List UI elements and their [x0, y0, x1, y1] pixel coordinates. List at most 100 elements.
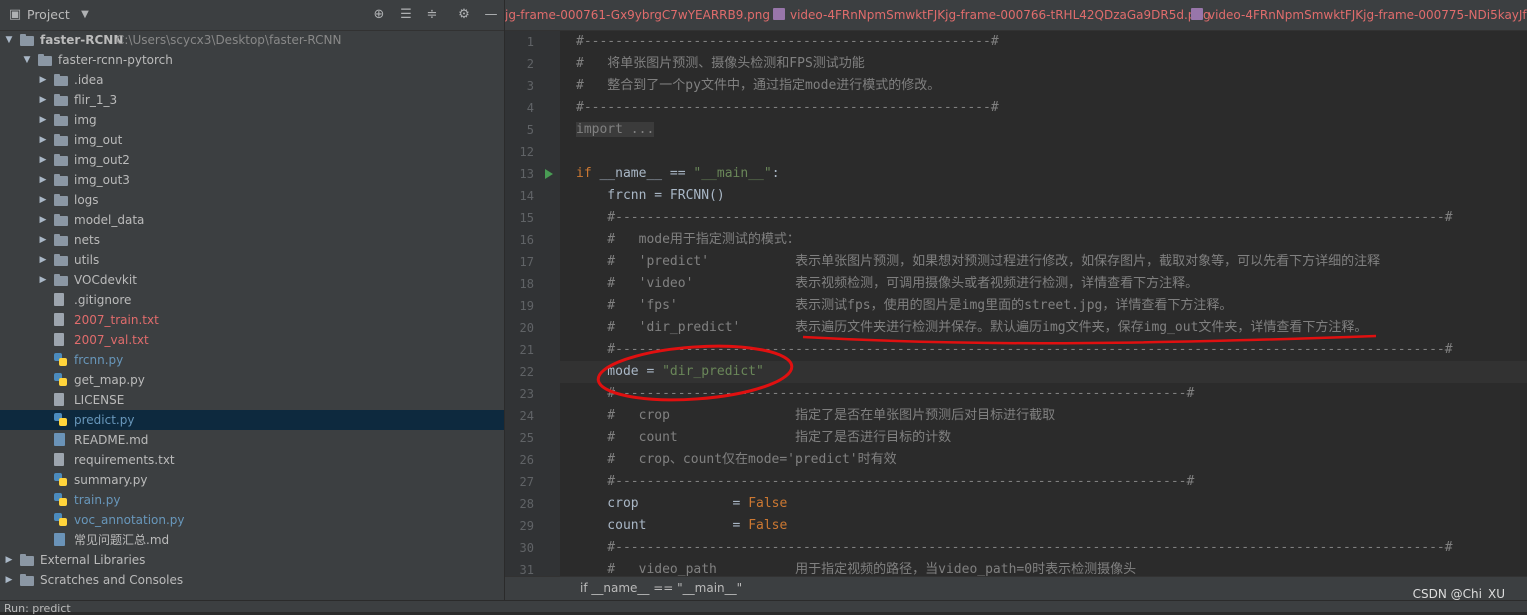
tree-item[interactable]: ▶ img [0, 110, 504, 130]
tree-item[interactable]: ▶ flir_1_3 [0, 90, 504, 110]
editor-tab[interactable]: video-4FRnNpmSmwktFJKjg-frame-000766-tRH… [773, 0, 1211, 30]
gear-icon[interactable]: ⚙ [455, 6, 473, 24]
folder-icon [20, 34, 34, 46]
folder-icon [20, 554, 34, 566]
tree-item[interactable]: train.py [0, 490, 504, 510]
tree-item[interactable]: ▶ VOCdevkit [0, 270, 504, 290]
chevron-right-icon[interactable]: ▶ [38, 190, 48, 210]
code-line[interactable]: # crop、count仅在mode='predict'时有效 [576, 449, 896, 471]
code-token: #---------------------------------------… [576, 540, 1453, 555]
code-token: # 'dir_predict' 表示遍历文件夹进行检测并保存。默认遍历img文件… [576, 320, 1368, 335]
tree-item[interactable]: ▼ faster-RCNN C:\Users\scycx3\Desktop\fast… [0, 30, 504, 50]
chevron-right-icon[interactable]: ▶ [38, 110, 48, 130]
code-line[interactable]: #---------------------------------------… [576, 537, 1453, 559]
chevron-right-icon[interactable]: ▶ [38, 70, 48, 90]
code-line[interactable]: #---------------------------------------… [576, 471, 1194, 493]
code-token: #---------------------------------------… [576, 386, 1195, 401]
tree-item[interactable]: ▶ logs [0, 190, 504, 210]
tree-item[interactable]: 2007_val.txt [0, 330, 504, 350]
tree-item-label: README.md [74, 433, 149, 447]
tree-item[interactable]: ▶ nets [0, 230, 504, 250]
breadcrumb[interactable]: if __name__ == "__main__" [580, 581, 742, 595]
tree-item[interactable]: ▼ faster-rcnn-pytorch [0, 50, 504, 70]
tree-item[interactable]: 2007_train.txt [0, 310, 504, 330]
code-line[interactable]: # count 指定了是否进行目标的计数 [576, 427, 951, 449]
code-line[interactable]: # crop 指定了是否在单张图片预测后对目标进行截取 [576, 405, 1055, 427]
tree-item[interactable]: predict.py [0, 410, 504, 430]
tree-item[interactable]: ▶ utils [0, 250, 504, 270]
chevron-right-icon[interactable]: ▶ [38, 90, 48, 110]
code-line[interactable]: #---------------------------------------… [576, 31, 999, 53]
code-token: # 'fps' 表示测试fps，使用的图片是img里面的street.jpg，详… [576, 298, 1233, 313]
chevron-right-icon[interactable]: ▶ [38, 130, 48, 150]
tree-item[interactable]: 常见问题汇总.md [0, 530, 504, 550]
collapse-all-icon[interactable]: ≑ [423, 6, 441, 24]
editor-tab-label: jg-frame-000761-Gx9ybrgC7wYEARRB9.png [505, 8, 771, 22]
code-line[interactable]: # 'fps' 表示测试fps，使用的图片是img里面的street.jpg，详… [576, 295, 1232, 317]
code-line[interactable]: # 整合到了一个py文件中，通过指定mode进行模式的修改。 [576, 75, 940, 97]
expand-all-icon[interactable]: ☰ [397, 6, 415, 24]
tree-item[interactable]: ▶ External Libraries [0, 550, 504, 570]
line-number: 20 [519, 321, 534, 335]
code-line[interactable]: mode = "dir_predict" [576, 361, 764, 383]
breadcrumb-bar: if __name__ == "__main__" [505, 576, 1527, 601]
code-line[interactable]: #---------------------------------------… [576, 339, 1452, 361]
chevron-down-icon[interactable]: ▼ [4, 30, 14, 50]
editor-tab[interactable]: video-4FRnNpmSmwktFJKjg-frame-000775-NDi… [1191, 0, 1527, 30]
chevron-down-icon[interactable]: ▼ [76, 6, 94, 24]
line-number: 19 [519, 299, 534, 313]
code-editor[interactable]: #---------------------------------------… [560, 31, 1527, 576]
code-line[interactable]: # video_path 用于指定视频的路径，当video_path=0时表示检… [576, 559, 1136, 576]
code-line[interactable]: # 'dir_predict' 表示遍历文件夹进行检测并保存。默认遍历img文件… [576, 317, 1367, 339]
tree-item[interactable]: ▶ model_data [0, 210, 504, 230]
tree-item[interactable]: README.md [0, 430, 504, 450]
code-line[interactable]: frcnn = FRCNN() [576, 185, 724, 207]
tree-item[interactable]: .gitignore [0, 290, 504, 310]
chevron-right-icon[interactable]: ▶ [4, 570, 14, 590]
editor-tab[interactable]: jg-frame-000761-Gx9ybrgC7wYEARRB9.png [505, 0, 770, 30]
minimize-icon[interactable]: — [482, 6, 500, 24]
tree-item[interactable]: LICENSE [0, 390, 504, 410]
tree-item[interactable]: ▶ Scratches and Consoles [0, 570, 504, 590]
code-line[interactable]: # 'video' 表示视频检测，可调用摄像头或者视频进行检测，详情查看下方注释… [576, 273, 1198, 295]
tree-item[interactable]: summary.py [0, 470, 504, 490]
project-view-icon[interactable]: ▣ [6, 6, 24, 24]
run-tool-label[interactable]: Run: predict [4, 602, 71, 615]
tree-item-label: Scratches and Consoles [40, 573, 184, 587]
chevron-right-icon[interactable]: ▶ [38, 210, 48, 230]
code-token: : [771, 166, 780, 181]
code-line[interactable]: crop = False [576, 493, 787, 515]
tree-item[interactable]: ▶ .idea [0, 70, 504, 90]
tree-item[interactable]: requirements.txt [0, 450, 504, 470]
run-icon[interactable] [545, 169, 553, 179]
tree-item-label: voc_annotation.py [74, 513, 185, 527]
tree-item[interactable]: frcnn.py [0, 350, 504, 370]
chevron-down-icon[interactable]: ▼ [22, 50, 32, 70]
tree-item[interactable]: ▶ img_out3 [0, 170, 504, 190]
locate-icon[interactable]: ⊕ [370, 6, 388, 24]
tree-item[interactable]: voc_annotation.py [0, 510, 504, 530]
code-line[interactable]: # mode用于指定测试的模式： [576, 229, 800, 251]
python-file-icon [54, 513, 67, 526]
code-line[interactable]: #---------------------------------------… [576, 97, 999, 119]
code-line[interactable]: import ... [576, 119, 655, 141]
line-number: 2 [526, 57, 534, 71]
chevron-right-icon[interactable]: ▶ [38, 270, 48, 290]
tree-item-label: External Libraries [40, 553, 146, 567]
code-line[interactable]: # 'predict' 表示单张图片预测，如果想对预测过程进行修改，如保存图片，… [576, 251, 1380, 273]
tree-item[interactable]: ▶ img_out2 [0, 150, 504, 170]
project-title[interactable]: Project [27, 7, 70, 22]
chevron-right-icon[interactable]: ▶ [38, 250, 48, 270]
chevron-right-icon[interactable]: ▶ [38, 150, 48, 170]
tree-item[interactable]: get_map.py [0, 370, 504, 390]
chevron-right-icon[interactable]: ▶ [4, 550, 14, 570]
code-line[interactable]: if __name__ == "__main__": [576, 163, 780, 185]
tree-item[interactable]: ▶ img_out [0, 130, 504, 150]
code-line[interactable]: #---------------------------------------… [576, 383, 1194, 405]
code-line[interactable]: # 将单张图片预测、摄像头检测和FPS测试功能 [576, 53, 865, 75]
code-line[interactable]: count = False [576, 515, 787, 537]
code-line[interactable]: #---------------------------------------… [576, 207, 1452, 229]
line-number: 21 [519, 343, 534, 357]
chevron-right-icon[interactable]: ▶ [38, 170, 48, 190]
chevron-right-icon[interactable]: ▶ [38, 230, 48, 250]
